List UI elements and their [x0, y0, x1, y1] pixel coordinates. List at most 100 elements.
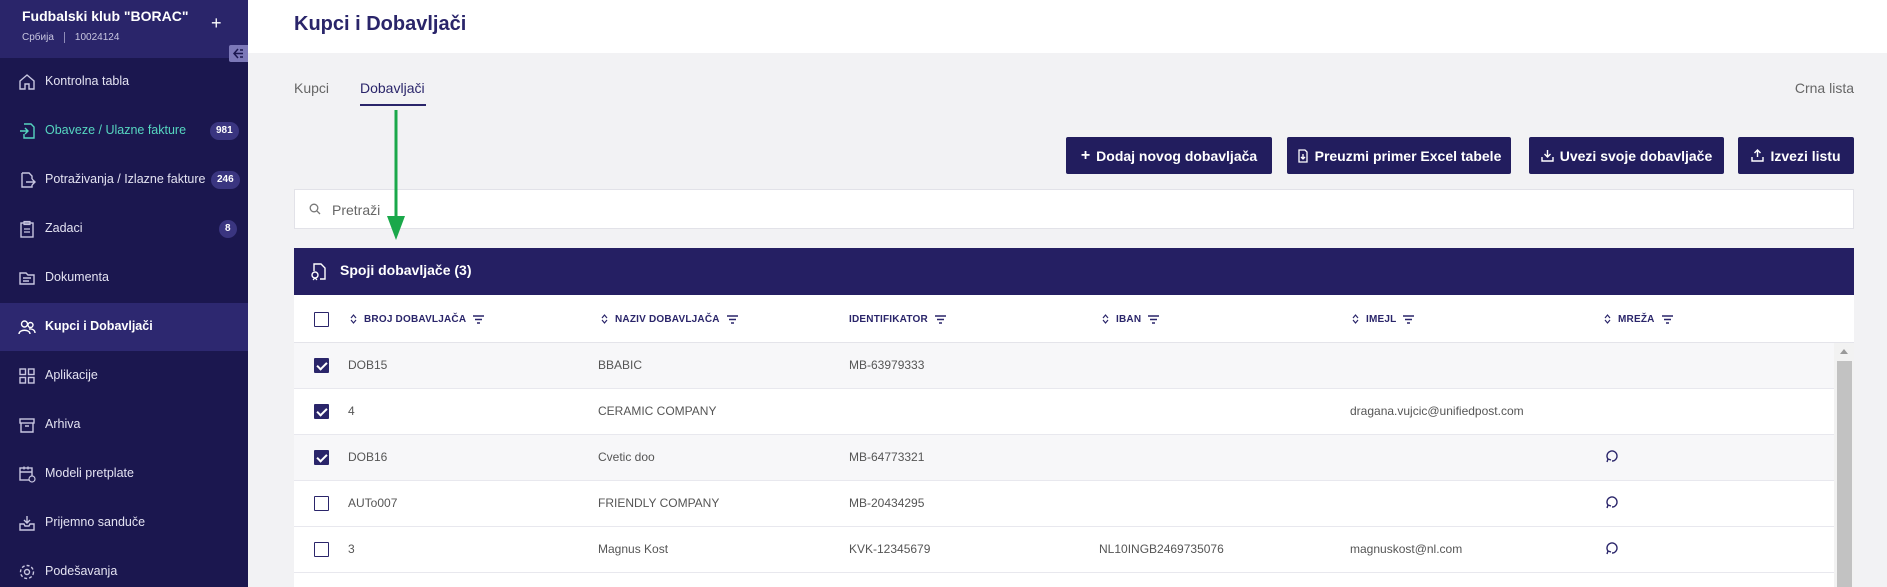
column-header-label: IDENTIFIKATOR	[849, 313, 928, 325]
organization-header[interactable]: Fudbalski klub "BORAC" Србија 10024124 +	[0, 0, 248, 58]
apps-icon	[19, 368, 35, 384]
table-row[interactable]: AUTo007 FRIENDLY COMPANY MB-20434295	[294, 481, 1834, 527]
supplier-number-cell: AUTo007	[348, 496, 398, 510]
column-header-label: IBAN	[1116, 313, 1142, 325]
merge-suppliers-bar[interactable]: Spoji dobavljače (3)	[294, 248, 1854, 295]
email-cell: dragana.vujcic@unifiedpost.com	[1350, 404, 1524, 418]
row-checkbox[interactable]	[314, 450, 329, 465]
sidebar-item-dashboard[interactable]: Kontrolna tabla	[0, 58, 248, 106]
sort-icon	[1604, 314, 1611, 324]
column-header-iban[interactable]: IBAN	[1102, 295, 1160, 343]
network-icon[interactable]	[1605, 495, 1619, 509]
blacklist-link[interactable]: Crna lista	[1795, 80, 1854, 96]
sidebar-item-inbox[interactable]: Prijemno sanduče	[0, 499, 248, 547]
sidebar-item-outgoing-invoices[interactable]: Potraživanja / Izlazne fakture 246	[0, 156, 248, 204]
supplier-number-cell: 4	[348, 404, 355, 418]
column-header-label: MREŽA	[1618, 313, 1655, 325]
table-row[interactable]: 4 CERAMIC COMPANY dragana.vujcic@unified…	[294, 389, 1834, 435]
add-supplier-label: Dodaj novog dobavljača	[1096, 147, 1258, 164]
row-checkbox[interactable]	[314, 358, 329, 373]
sidebar-item-label: Obaveze / Ulazne fakture	[45, 123, 187, 137]
table-row[interactable]: 3 Magnus Kost KVK-12345679 NL10INGB24697…	[294, 527, 1834, 573]
export-list-label: Izvezi listu	[1770, 147, 1841, 164]
supplier-name-cell: Magnus Kost	[598, 542, 669, 556]
import-icon	[1541, 150, 1554, 162]
filter-icon[interactable]	[934, 314, 946, 324]
scroll-up-arrow-icon[interactable]	[1840, 349, 1848, 354]
download-template-button[interactable]: Preuzmi primer Excel tabele	[1287, 137, 1511, 174]
column-header-label: BROJ DOBAVLJAČA	[364, 313, 467, 325]
add-organization-button[interactable]: +	[211, 14, 222, 32]
export-list-button[interactable]: Izvezi listu	[1738, 137, 1854, 174]
scrollbar-thumb[interactable]	[1837, 361, 1852, 587]
organization-details: Србија 10024124	[22, 32, 119, 43]
download-template-label: Preuzmi primer Excel tabele	[1314, 147, 1502, 164]
filter-icon[interactable]	[1661, 314, 1673, 324]
sidebar-item-label: Prijemno sanduče	[45, 515, 146, 529]
filter-icon[interactable]	[726, 314, 738, 324]
table-scrollbar[interactable]	[1834, 343, 1854, 587]
inbox-icon	[19, 516, 35, 531]
sidebar: Fudbalski klub "BORAC" Србија 10024124 + …	[0, 0, 248, 587]
row-checkbox[interactable]	[314, 496, 329, 511]
identifier-cell: MB-63979333	[849, 358, 925, 372]
filter-icon[interactable]	[473, 314, 485, 324]
annotation-arrow-icon	[387, 110, 405, 240]
clipboard-icon	[20, 220, 34, 238]
sort-icon	[601, 314, 608, 324]
table-row[interactable]: DOB16 Cvetic doo MB-64773321	[294, 435, 1834, 481]
archive-icon	[19, 418, 35, 433]
sidebar-item-label: Modeli pretplate	[45, 466, 134, 480]
add-supplier-button[interactable]: + Dodaj novog dobavljača	[1066, 137, 1272, 174]
contacts-icon	[18, 320, 36, 335]
import-suppliers-button[interactable]: Uvezi svoje dobavljače	[1529, 137, 1724, 174]
sort-icon	[1102, 314, 1109, 324]
merge-suppliers-label: Spoji dobavljače (3)	[340, 262, 472, 278]
table-row[interactable]: DOB15 BBABIC MB-63979333	[294, 343, 1834, 389]
network-icon[interactable]	[1605, 541, 1619, 555]
sidebar-item-settings[interactable]: Podešavanja	[0, 548, 248, 587]
documents-icon	[19, 272, 35, 285]
plus-icon: +	[1080, 146, 1091, 164]
sidebar-item-subscription-models[interactable]: Modeli pretplate	[0, 450, 248, 498]
sidebar-item-incoming-invoices[interactable]: Obaveze / Ulazne fakture 981	[0, 107, 248, 155]
sidebar-item-label: Kontrolna tabla	[45, 74, 130, 88]
column-header-supplier-name[interactable]: NAZIV DOBAVLJAČA	[601, 295, 738, 343]
filter-icon[interactable]	[1148, 314, 1160, 324]
search-input[interactable]	[332, 199, 1732, 221]
select-all-checkbox[interactable]	[314, 312, 329, 327]
identifier-cell: MB-64773321	[849, 450, 925, 464]
supplier-name-cell: Cvetic doo	[598, 450, 655, 464]
import-suppliers-label: Uvezi svoje dobavljače	[1559, 147, 1713, 164]
sidebar-item-applications[interactable]: Aplikacije	[0, 352, 248, 400]
filter-icon[interactable]	[1403, 314, 1415, 324]
tab-customers[interactable]: Kupci	[294, 80, 329, 96]
network-icon[interactable]	[1605, 449, 1619, 463]
sidebar-item-tasks[interactable]: Zadaci 8	[0, 205, 248, 253]
sidebar-item-archive[interactable]: Arhiva	[0, 401, 248, 449]
file-download-icon	[1297, 148, 1308, 163]
supplier-number-cell: DOB15	[348, 358, 388, 372]
supplier-number-cell: 3	[348, 542, 355, 556]
row-checkbox[interactable]	[314, 542, 329, 557]
sidebar-item-label: Podešavanja	[45, 564, 118, 578]
suppliers-table: BROJ DOBAVLJAČA NAZIV DOBAVLJAČA IDENTIF…	[294, 295, 1854, 587]
sidebar-item-customers-suppliers[interactable]: Kupci i Dobavljači	[0, 303, 248, 351]
sort-icon	[350, 314, 357, 324]
column-header-supplier-number[interactable]: BROJ DOBAVLJAČA	[350, 295, 485, 343]
count-badge: 8	[219, 220, 237, 238]
home-icon	[19, 74, 35, 90]
column-header-email[interactable]: IMEJL	[1352, 295, 1415, 343]
column-header-identifier[interactable]: IDENTIFIKATOR	[849, 295, 946, 343]
row-checkbox[interactable]	[314, 404, 329, 419]
sidebar-item-label: Kupci i Dobavljači	[45, 319, 153, 333]
column-header-network[interactable]: MREŽA	[1604, 295, 1673, 343]
tab-suppliers[interactable]: Dobavljači	[360, 80, 425, 96]
active-tab-indicator	[360, 104, 426, 106]
email-cell: magnuskost@nl.com	[1350, 542, 1463, 556]
supplier-number-cell: DOB16	[348, 450, 388, 464]
column-header-label: IMEJL	[1366, 313, 1397, 325]
count-badge: 981	[210, 122, 239, 140]
sidebar-item-documents[interactable]: Dokumenta	[0, 254, 248, 302]
export-icon	[1751, 149, 1765, 162]
